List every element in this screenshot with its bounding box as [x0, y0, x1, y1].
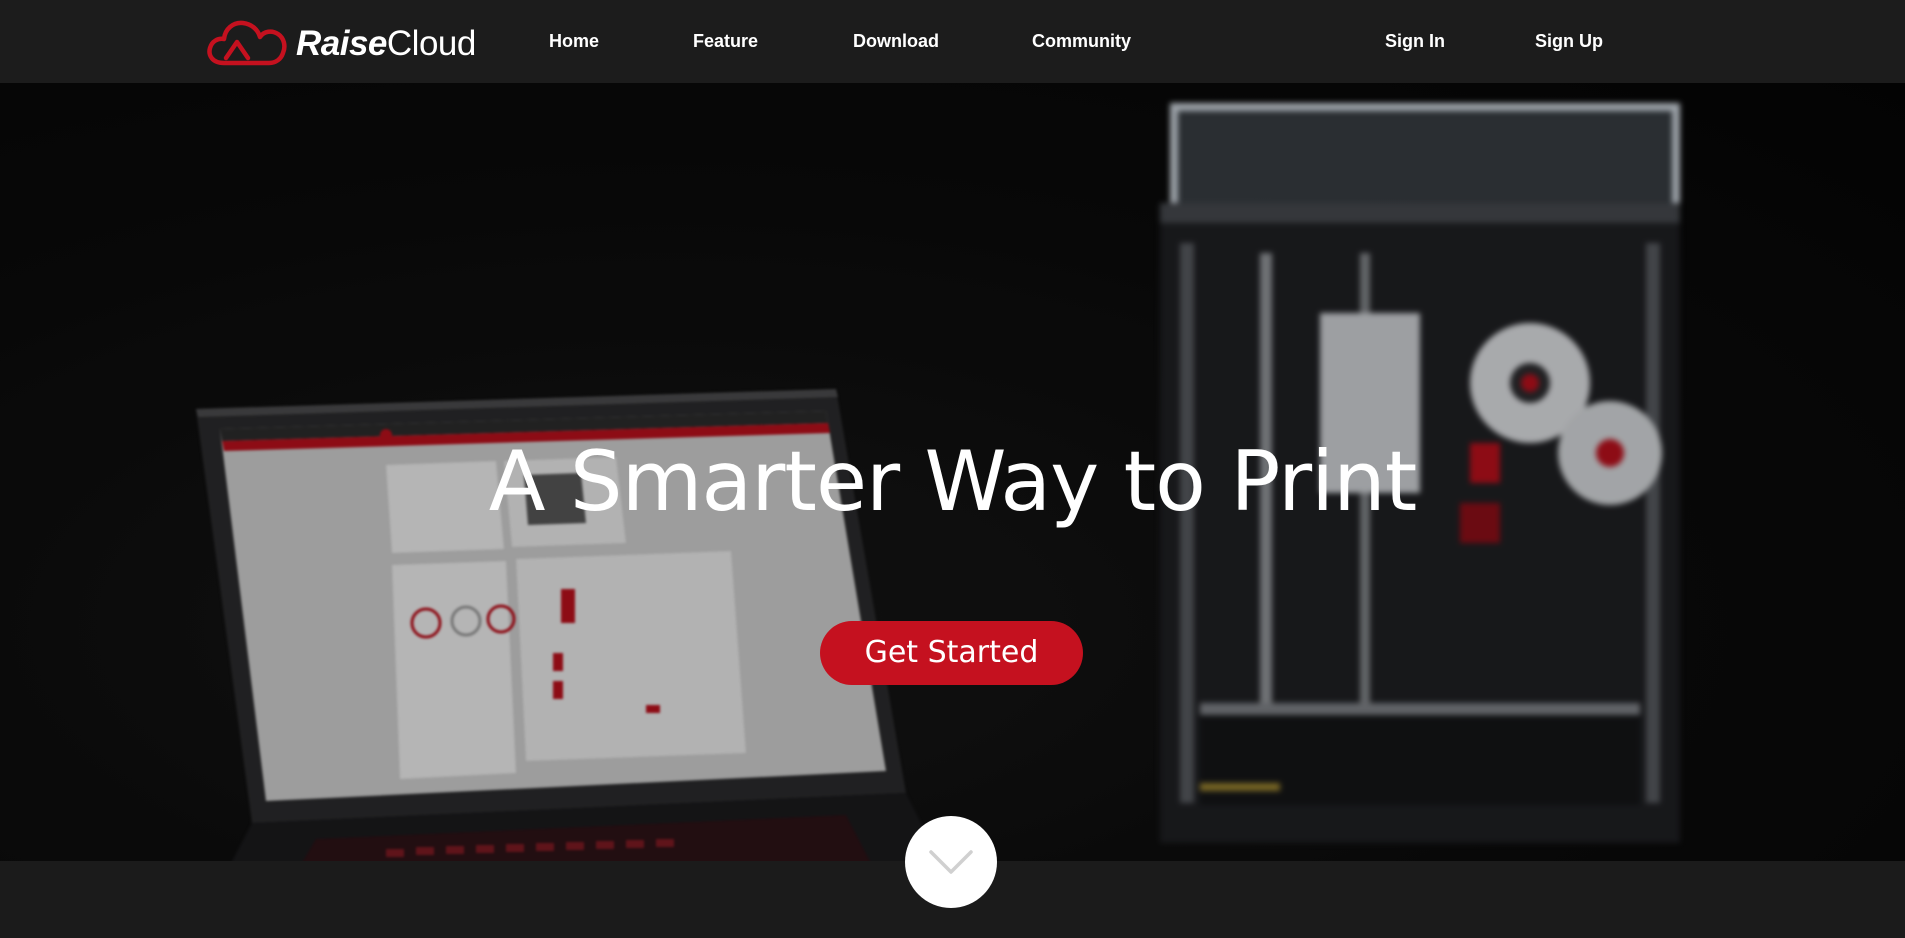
cloud-logo-icon: [207, 20, 287, 66]
hero-section: A Smarter Way to Print Get Started: [0, 83, 1905, 861]
chevron-down-icon: [929, 850, 973, 874]
nav-download-link[interactable]: Download: [853, 30, 939, 52]
raisecloud-logo[interactable]: RaiseCloud: [206, 17, 476, 69]
hero-title: A Smarter Way to Print: [488, 433, 1418, 530]
nav-home-link[interactable]: Home: [549, 30, 599, 52]
nav-feature-link[interactable]: Feature: [693, 30, 758, 52]
top-navbar: RaiseCloud Home Feature Download Communi…: [0, 0, 1905, 83]
logo-wordmark: RaiseCloud: [296, 23, 476, 63]
get-started-button[interactable]: Get Started: [820, 621, 1083, 685]
sign-in-link[interactable]: Sign In: [1385, 30, 1445, 52]
scroll-down-button[interactable]: [905, 816, 997, 908]
nav-community-link[interactable]: Community: [1032, 30, 1131, 52]
sign-up-link[interactable]: Sign Up: [1535, 30, 1603, 52]
